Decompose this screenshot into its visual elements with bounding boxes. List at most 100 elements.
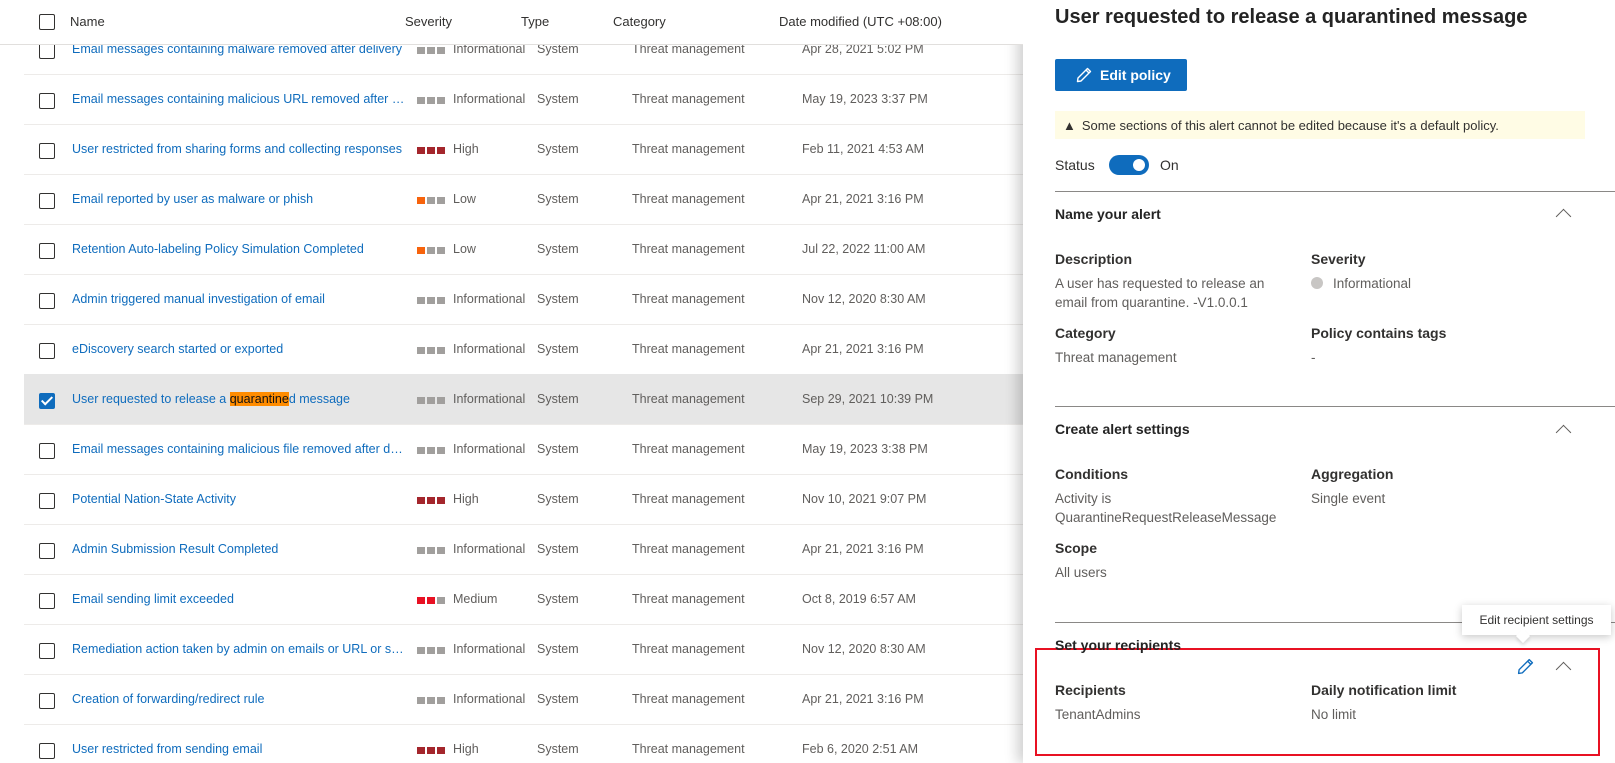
- column-header-name[interactable]: Name: [70, 14, 105, 29]
- column-header-severity[interactable]: Severity: [405, 14, 452, 29]
- date-modified-text: Jul 22, 2022 11:00 AM: [802, 242, 926, 256]
- edit-policy-button[interactable]: Edit policy: [1055, 59, 1187, 91]
- chevron-up-icon[interactable]: [1555, 424, 1572, 441]
- policy-name-link[interactable]: Admin Submission Result Completed: [72, 542, 407, 556]
- row-checkbox[interactable]: [39, 43, 55, 59]
- category-value: Threat management: [1055, 350, 1177, 365]
- policy-tags-value: -: [1311, 350, 1316, 365]
- table-row[interactable]: Email sending limit exceeded Medium System…: [24, 574, 1023, 625]
- section-divider: [1055, 191, 1615, 192]
- row-checkbox[interactable]: [39, 393, 55, 409]
- type-text: System: [537, 642, 579, 656]
- policy-name-link[interactable]: Creation of forwarding/redirect rule: [72, 692, 407, 706]
- edit-recipients-pencil-icon[interactable]: [1517, 658, 1534, 675]
- panel-title: User requested to release a quarantined …: [1055, 6, 1528, 28]
- category-text: Threat management: [632, 192, 745, 206]
- policy-name-link[interactable]: User restricted from sending email: [72, 742, 407, 756]
- table-row[interactable]: Creation of forwarding/redirect rule Info…: [24, 674, 1023, 725]
- category-label: Category: [1055, 325, 1116, 341]
- section-divider: [1055, 406, 1615, 407]
- policy-name-link[interactable]: Email reported by user as malware or phi…: [72, 192, 407, 206]
- severity-text: Low: [453, 242, 476, 256]
- table-row[interactable]: Email messages containing malicious URL …: [24, 74, 1023, 125]
- table-row[interactable]: User requested to release a quarantined …: [24, 374, 1023, 425]
- severity-bars-icon: [417, 347, 445, 354]
- type-text: System: [537, 442, 579, 456]
- policy-name-link[interactable]: Remediation action taken by admin on ema…: [72, 642, 407, 656]
- severity-bars-icon: [417, 697, 445, 704]
- policy-name-link[interactable]: Email messages containing malicious file…: [72, 442, 407, 456]
- table-row[interactable]: eDiscovery search started or exported Inf…: [24, 324, 1023, 375]
- date-modified-text: May 19, 2023 3:37 PM: [802, 92, 928, 106]
- row-checkbox[interactable]: [39, 293, 55, 309]
- policy-name-text: d message: [288, 392, 350, 406]
- section-create-alert-settings-title[interactable]: Create alert settings: [1055, 421, 1190, 437]
- date-modified-text: Feb 6, 2020 2:51 AM: [802, 742, 919, 756]
- policy-name-link[interactable]: Email messages containing malicious URL …: [72, 92, 407, 106]
- row-checkbox[interactable]: [39, 693, 55, 709]
- category-text: Threat management: [632, 392, 745, 406]
- table-row[interactable]: Email messages containing malicious file…: [24, 424, 1023, 475]
- column-header-category[interactable]: Category: [613, 14, 666, 29]
- type-text: System: [537, 92, 579, 106]
- severity-text: Medium: [453, 592, 498, 606]
- table-row[interactable]: User restricted from sharing forms and c…: [24, 124, 1023, 175]
- category-text: Threat management: [632, 592, 745, 606]
- select-all-checkbox[interactable]: [39, 14, 55, 30]
- row-checkbox[interactable]: [39, 193, 55, 209]
- policy-name-link[interactable]: Admin triggered manual investigation of …: [72, 292, 407, 306]
- row-checkbox[interactable]: [39, 643, 55, 659]
- section-name-your-alert-title[interactable]: Name your alert: [1055, 206, 1161, 222]
- date-modified-text: Apr 21, 2021 3:16 PM: [802, 192, 924, 206]
- category-text: Threat management: [632, 342, 745, 356]
- date-modified-text: Oct 8, 2019 6:57 AM: [802, 592, 916, 606]
- severity-dot-icon: [1311, 277, 1323, 289]
- date-modified-text: Apr 21, 2021 3:16 PM: [802, 342, 924, 356]
- row-checkbox[interactable]: [39, 743, 55, 759]
- table-row[interactable]: Admin triggered manual investigation of …: [24, 274, 1023, 325]
- table-row[interactable]: Retention Auto-labeling Policy Simulatio…: [24, 224, 1023, 275]
- description-label: Description: [1055, 251, 1133, 267]
- type-text: System: [537, 242, 579, 256]
- severity-bars-icon: [417, 647, 445, 654]
- table-row[interactable]: Remediation action taken by admin on ema…: [24, 624, 1023, 675]
- policy-name-link[interactable]: Retention Auto-labeling Policy Simulatio…: [72, 242, 407, 256]
- date-modified-text: Apr 21, 2021 3:16 PM: [802, 692, 924, 706]
- date-modified-text: Apr 21, 2021 3:16 PM: [802, 542, 924, 556]
- table-row[interactable]: User restricted from sending email High Sy…: [24, 724, 1023, 763]
- row-checkbox[interactable]: [39, 243, 55, 259]
- chevron-up-icon[interactable]: [1555, 208, 1572, 225]
- category-text: Threat management: [632, 742, 745, 756]
- category-text: Threat management: [632, 142, 745, 156]
- policy-name-link[interactable]: Potential Nation-State Activity: [72, 492, 407, 506]
- column-header-type[interactable]: Type: [521, 14, 549, 29]
- column-header-date-modified[interactable]: Date modified (UTC +08:00): [779, 14, 942, 29]
- category-text: Threat management: [632, 542, 745, 556]
- row-checkbox[interactable]: [39, 143, 55, 159]
- status-toggle[interactable]: [1109, 155, 1149, 175]
- type-text: System: [537, 292, 579, 306]
- policy-name-link[interactable]: Email sending limit exceeded: [72, 592, 407, 606]
- row-checkbox[interactable]: [39, 343, 55, 359]
- warning-icon: ▲: [1063, 117, 1076, 133]
- policy-name-link[interactable]: User restricted from sharing forms and c…: [72, 142, 407, 156]
- row-checkbox[interactable]: [39, 443, 55, 459]
- section-set-your-recipients-title[interactable]: Set your recipients: [1055, 637, 1181, 653]
- severity-text: Informational: [453, 642, 526, 656]
- date-modified-text: Sep 29, 2021 10:39 PM: [802, 392, 934, 406]
- table-row[interactable]: Email reported by user as malware or phi…: [24, 174, 1023, 225]
- policy-name-link[interactable]: User requested to release a quarantined …: [72, 392, 407, 406]
- table-row[interactable]: Admin Submission Result Completed Informa…: [24, 524, 1023, 575]
- table-row[interactable]: Potential Nation-State Activity High Syste…: [24, 474, 1023, 525]
- severity-text: High: [453, 142, 479, 156]
- type-text: System: [537, 542, 579, 556]
- row-checkbox[interactable]: [39, 593, 55, 609]
- severity-bars-icon: [417, 247, 445, 254]
- table-header: Name Severity Type Category Date modifie…: [0, 0, 1023, 45]
- row-checkbox[interactable]: [39, 543, 55, 559]
- row-checkbox[interactable]: [39, 93, 55, 109]
- policy-name-link[interactable]: eDiscovery search started or exported: [72, 342, 407, 356]
- row-checkbox[interactable]: [39, 493, 55, 509]
- status-label: Status: [1055, 157, 1095, 173]
- category-text: Threat management: [632, 492, 745, 506]
